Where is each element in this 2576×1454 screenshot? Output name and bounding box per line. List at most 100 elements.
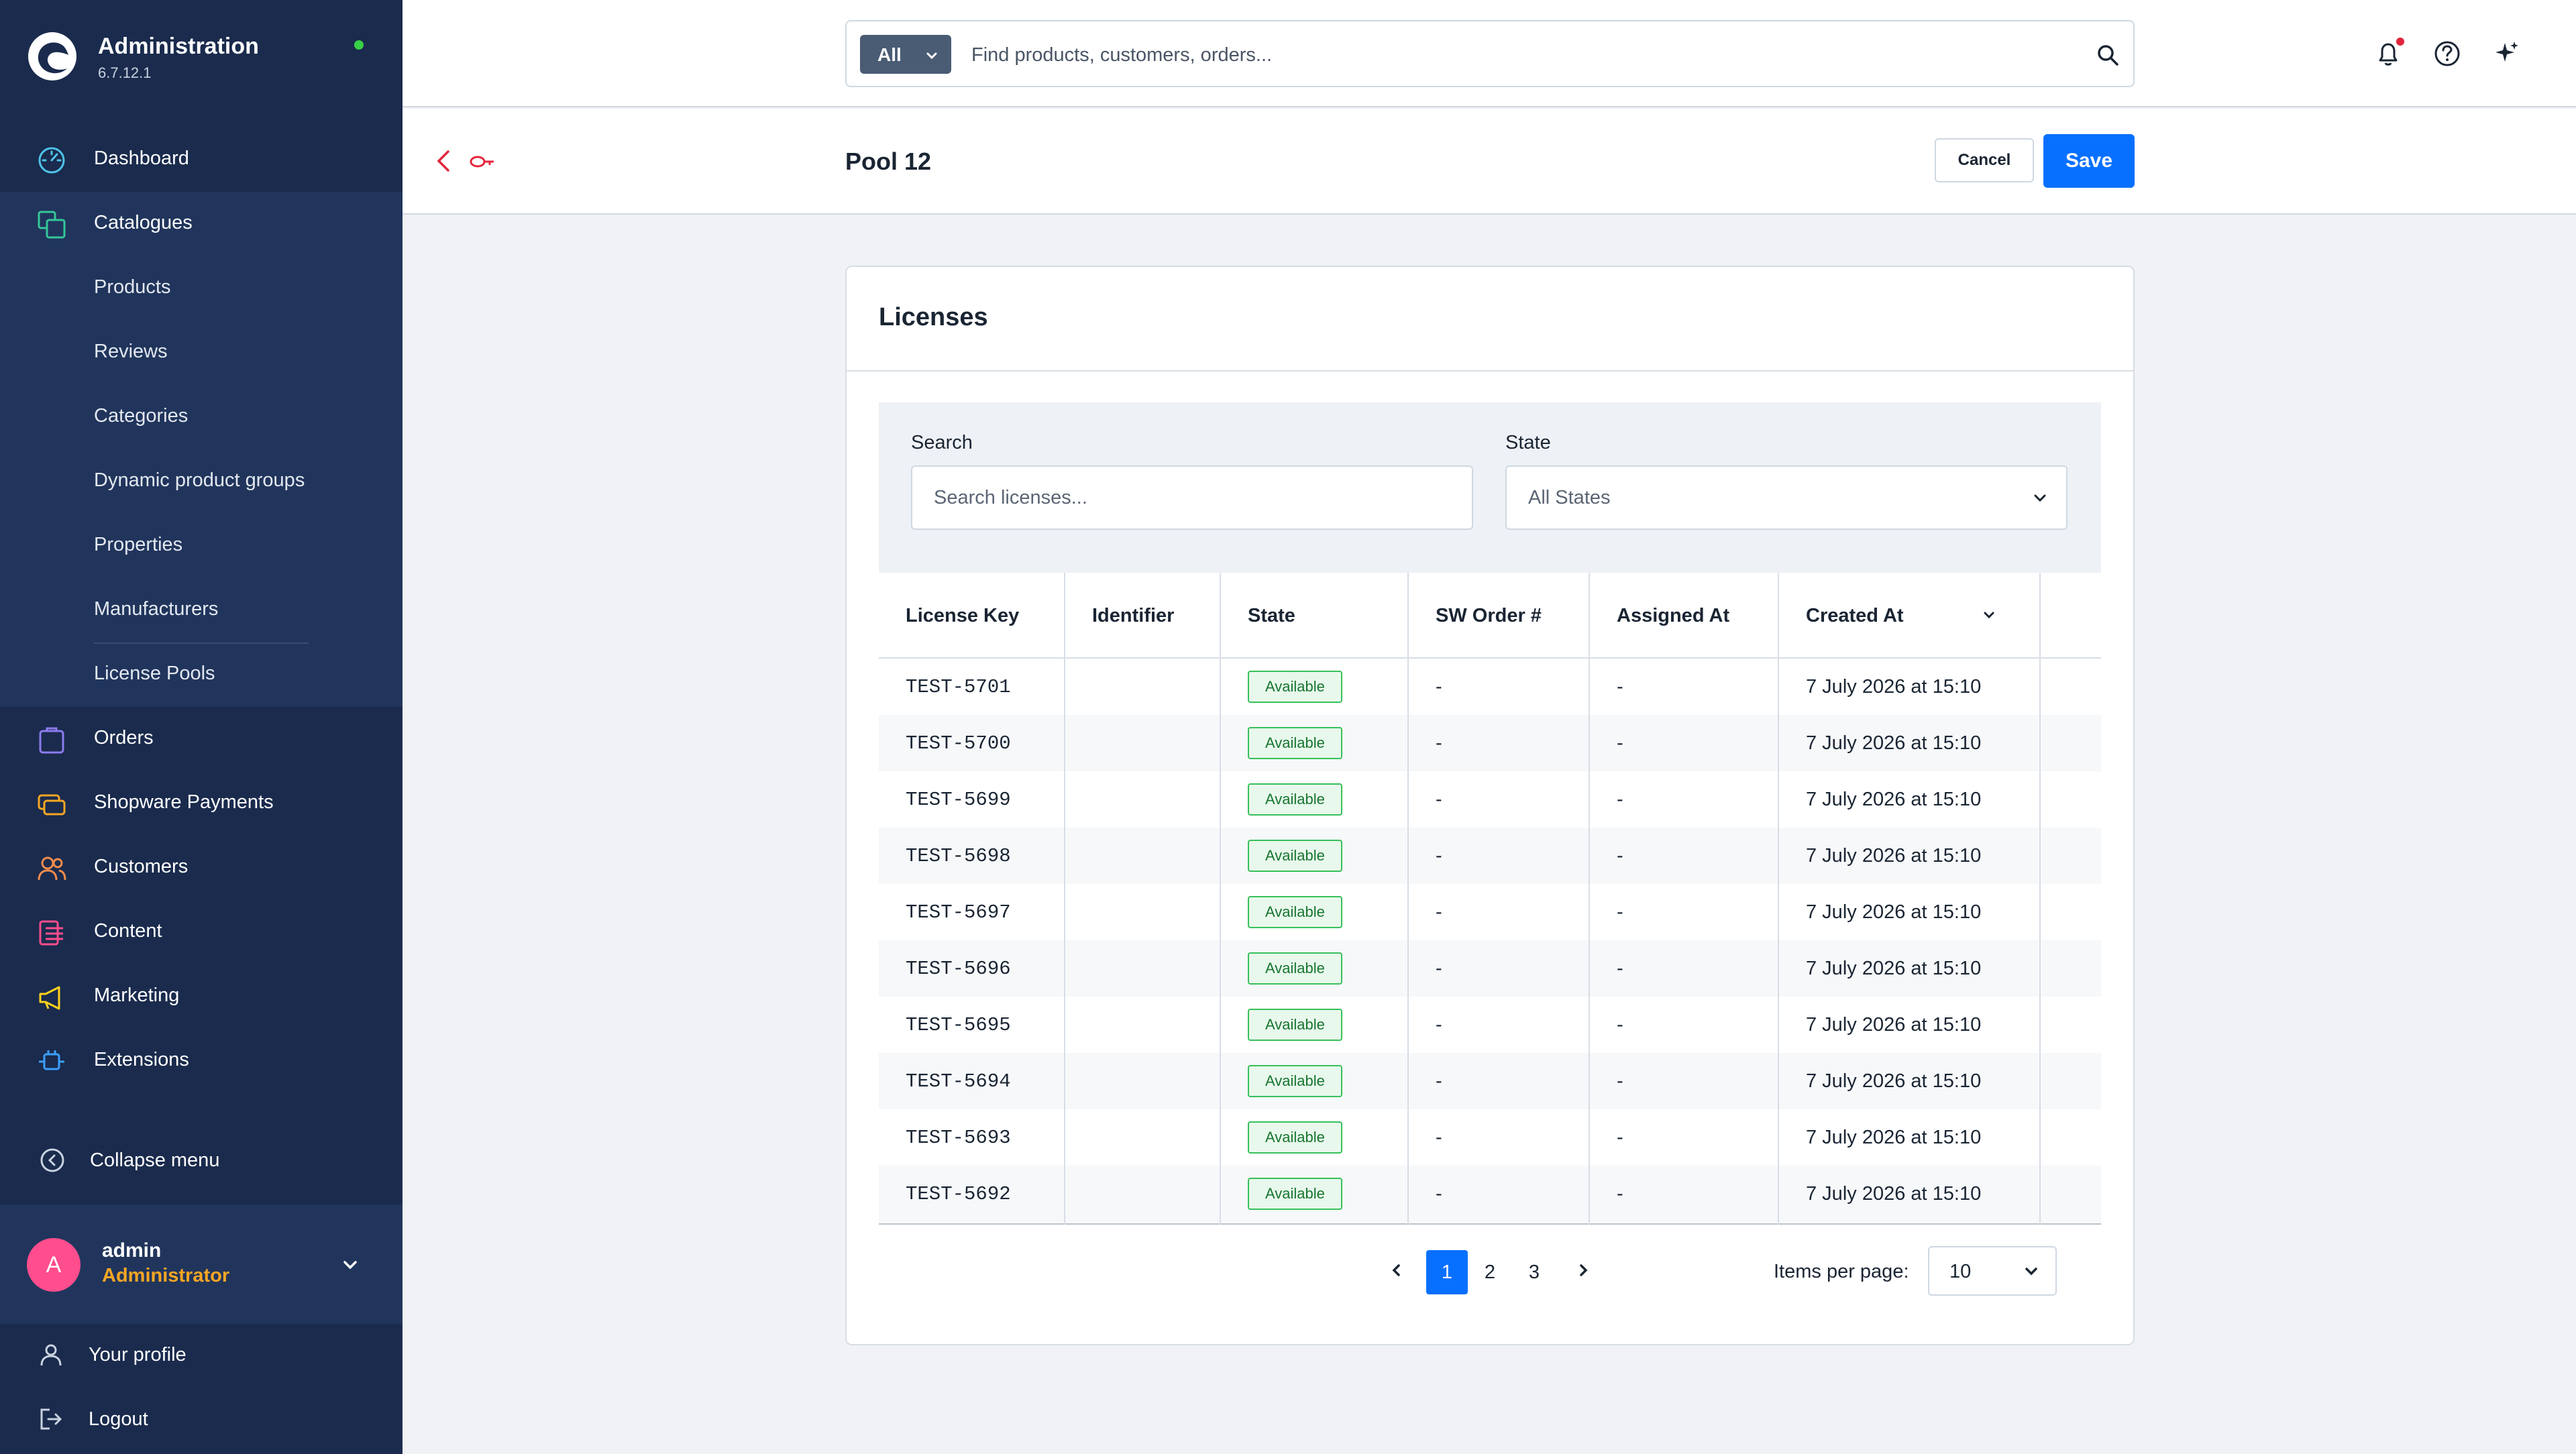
orders-icon: [39, 727, 64, 754]
table-row[interactable]: TEST-5699 Available - - 7 July 2026 at 15:10: [879, 771, 2101, 828]
table-row[interactable]: TEST-5694 Available - - 7 July 2026 at 15:10: [879, 1053, 2101, 1109]
save-button[interactable]: Save: [2043, 134, 2135, 188]
cell-created-at-text: 7 July 2026 at 15:10: [1806, 1070, 1982, 1092]
cell-assigned-at-text: -: [1617, 789, 1623, 810]
table-row[interactable]: TEST-5697 Available - - 7 July 2026 at 15:10: [879, 884, 2101, 940]
column-header-identifier[interactable]: Identifier: [1065, 573, 1221, 659]
subnav-item-properties[interactable]: Properties: [0, 514, 402, 578]
column-header-license-key[interactable]: License Key: [879, 573, 1065, 659]
table-row[interactable]: TEST-5695 Available - - 7 July 2026 at 15:10: [879, 997, 2101, 1053]
user-icon: [40, 1344, 62, 1366]
license-search-input[interactable]: [911, 465, 1473, 530]
page-button-2[interactable]: 2: [1469, 1250, 1511, 1294]
column-header-state[interactable]: State: [1221, 573, 1409, 659]
nav-label-content: Content: [94, 920, 162, 942]
cell-created-at-text: 7 July 2026 at 15:10: [1806, 1127, 1982, 1148]
back-arrow-icon[interactable]: [432, 148, 455, 174]
your-profile-link[interactable]: Your profile: [0, 1324, 402, 1388]
logout-link[interactable]: Logout: [0, 1388, 402, 1453]
chevron-left-icon[interactable]: [1387, 1261, 1405, 1280]
column-header-assigned-at[interactable]: Assigned At: [1590, 573, 1779, 659]
subnav-label: License Pools: [94, 663, 215, 684]
nav-label-orders: Orders: [94, 727, 154, 748]
column-label: License Key: [906, 605, 1020, 626]
cell-assigned-at: -: [1590, 884, 1779, 940]
status-badge: Available: [1248, 671, 1342, 703]
cell-state: Available: [1221, 771, 1409, 828]
cell-sw-order-text: -: [1436, 845, 1442, 866]
cell-sw-order-text: -: [1436, 1127, 1442, 1148]
cell-license-key-text: TEST-5699: [906, 789, 1011, 811]
table-row[interactable]: TEST-5693 Available - - 7 July 2026 at 15:10: [879, 1109, 2101, 1166]
license-pool-icon[interactable]: [468, 150, 495, 173]
cancel-button[interactable]: Cancel: [1935, 138, 2034, 182]
cell-license-key-text: TEST-5698: [906, 845, 1011, 867]
subnav-item-manufacturers[interactable]: Manufacturers: [0, 578, 402, 642]
cell-sw-order-text: -: [1436, 732, 1442, 754]
search-input[interactable]: [971, 36, 2045, 74]
search-label: Search: [911, 432, 973, 453]
sort-descending-icon[interactable]: [1980, 606, 1998, 624]
table-row[interactable]: TEST-5701 Available - - 7 July 2026 at 15:10: [879, 659, 2101, 715]
table-row[interactable]: TEST-5700 Available - - 7 July 2026 at 15:10: [879, 715, 2101, 771]
search-scope-dropdown[interactable]: All: [860, 35, 951, 74]
nav-item-extensions[interactable]: Extensions: [0, 1029, 402, 1093]
nav-item-customers[interactable]: Customers: [0, 836, 402, 900]
subnav-item-categories[interactable]: Categories: [0, 385, 402, 449]
chevron-right-icon[interactable]: [1575, 1261, 1593, 1280]
pagination: 1 2 3 Items per page: 10: [847, 1243, 2133, 1297]
cell-assigned-at: -: [1590, 940, 1779, 997]
collapse-menu-button[interactable]: Collapse menu: [0, 1129, 402, 1194]
catalogues-icon: [38, 211, 66, 239]
cell-created-at: 7 July 2026 at 15:10: [1779, 715, 2039, 771]
page-button-1[interactable]: 1: [1426, 1250, 1468, 1294]
subnav-item-license-pools[interactable]: License Pools: [0, 642, 402, 707]
cell-created-at-text: 7 July 2026 at 15:10: [1806, 1183, 1982, 1205]
state-select[interactable]: All States: [1505, 465, 2068, 530]
nav-item-catalogues[interactable]: Catalogues: [0, 192, 402, 256]
cell-sw-order: -: [1409, 828, 1590, 884]
cell-license-key: TEST-5693: [879, 1109, 1065, 1166]
status-badge: Available: [1248, 1121, 1342, 1154]
nav-item-content[interactable]: Content: [0, 900, 402, 964]
cell-state: Available: [1221, 884, 1409, 940]
nav-item-marketing[interactable]: Marketing: [0, 964, 402, 1029]
cell-sw-order: -: [1409, 1109, 1590, 1166]
sparkle-icon[interactable]: [2491, 39, 2521, 68]
cell-assigned-at: -: [1590, 771, 1779, 828]
cell-sw-order-text: -: [1436, 789, 1442, 810]
page-button-3[interactable]: 3: [1513, 1250, 1555, 1294]
nav-item-shopware-payments[interactable]: Shopware Payments: [0, 771, 402, 836]
page-header: Pool 12 Cancel Save: [402, 109, 2576, 215]
subnav-item-products[interactable]: Products: [0, 256, 402, 321]
nav-label-shopware-payments: Shopware Payments: [94, 791, 274, 813]
subnav-item-reviews[interactable]: Reviews: [0, 321, 402, 385]
search-scope-label: All: [877, 44, 902, 65]
cell-license-key: TEST-5698: [879, 828, 1065, 884]
cell-created-at-text: 7 July 2026 at 15:10: [1806, 958, 1982, 979]
help-icon[interactable]: [2432, 39, 2462, 68]
cell-assigned-at-text: -: [1617, 1014, 1623, 1036]
column-header-sw-order[interactable]: SW Order #: [1409, 573, 1590, 659]
cell-assigned-at-text: -: [1617, 1183, 1623, 1205]
column-header-created-at[interactable]: Created At: [1779, 573, 2039, 659]
cell-assigned-at-text: -: [1617, 676, 1623, 697]
nav-item-orders[interactable]: Orders: [0, 707, 402, 771]
subnav-label: Reviews: [94, 341, 168, 362]
subnav-item-dynamic-product-groups[interactable]: Dynamic product groups: [0, 449, 402, 514]
nav-item-dashboard[interactable]: Dashboard: [0, 127, 402, 192]
cell-created-at-text: 7 July 2026 at 15:10: [1806, 676, 1982, 697]
table-row[interactable]: TEST-5698 Available - - 7 July 2026 at 15:10: [879, 828, 2101, 884]
cell-identifier: [1065, 828, 1221, 884]
table-row[interactable]: TEST-5696 Available - - 7 July 2026 at 15:10: [879, 940, 2101, 997]
table-header: License Key Identifier State SW Order # …: [879, 573, 2101, 659]
table-row[interactable]: TEST-5692 Available - - 7 July 2026 at 15:10: [879, 1166, 2101, 1222]
nav-label-customers: Customers: [94, 856, 189, 877]
user-menu[interactable]: A admin Administrator: [0, 1205, 402, 1324]
cell-license-key: TEST-5699: [879, 771, 1065, 828]
search-icon[interactable]: [2096, 43, 2120, 67]
cell-created-at: 7 July 2026 at 15:10: [1779, 771, 2039, 828]
items-per-page-select[interactable]: 10: [1928, 1246, 2057, 1296]
subnav-divider: [94, 642, 309, 644]
status-badge: Available: [1248, 1009, 1342, 1041]
